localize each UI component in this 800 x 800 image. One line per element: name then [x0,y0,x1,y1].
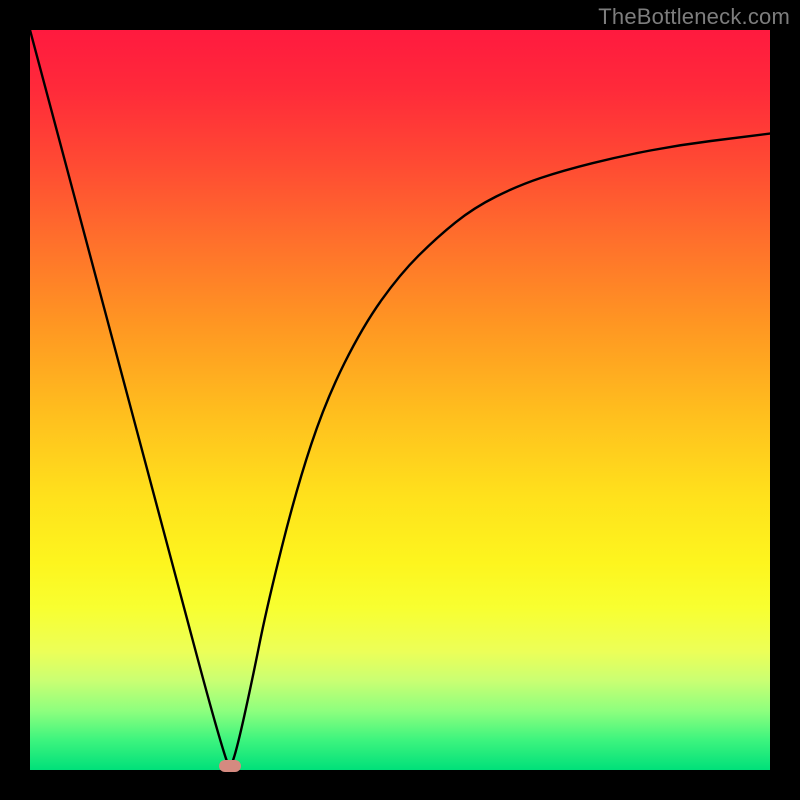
bottleneck-curve [30,30,770,764]
chart-frame: TheBottleneck.com [0,0,800,800]
optimal-point-marker [219,760,241,772]
watermark-text: TheBottleneck.com [598,4,790,30]
curve-svg [30,30,770,770]
plot-area [30,30,770,770]
